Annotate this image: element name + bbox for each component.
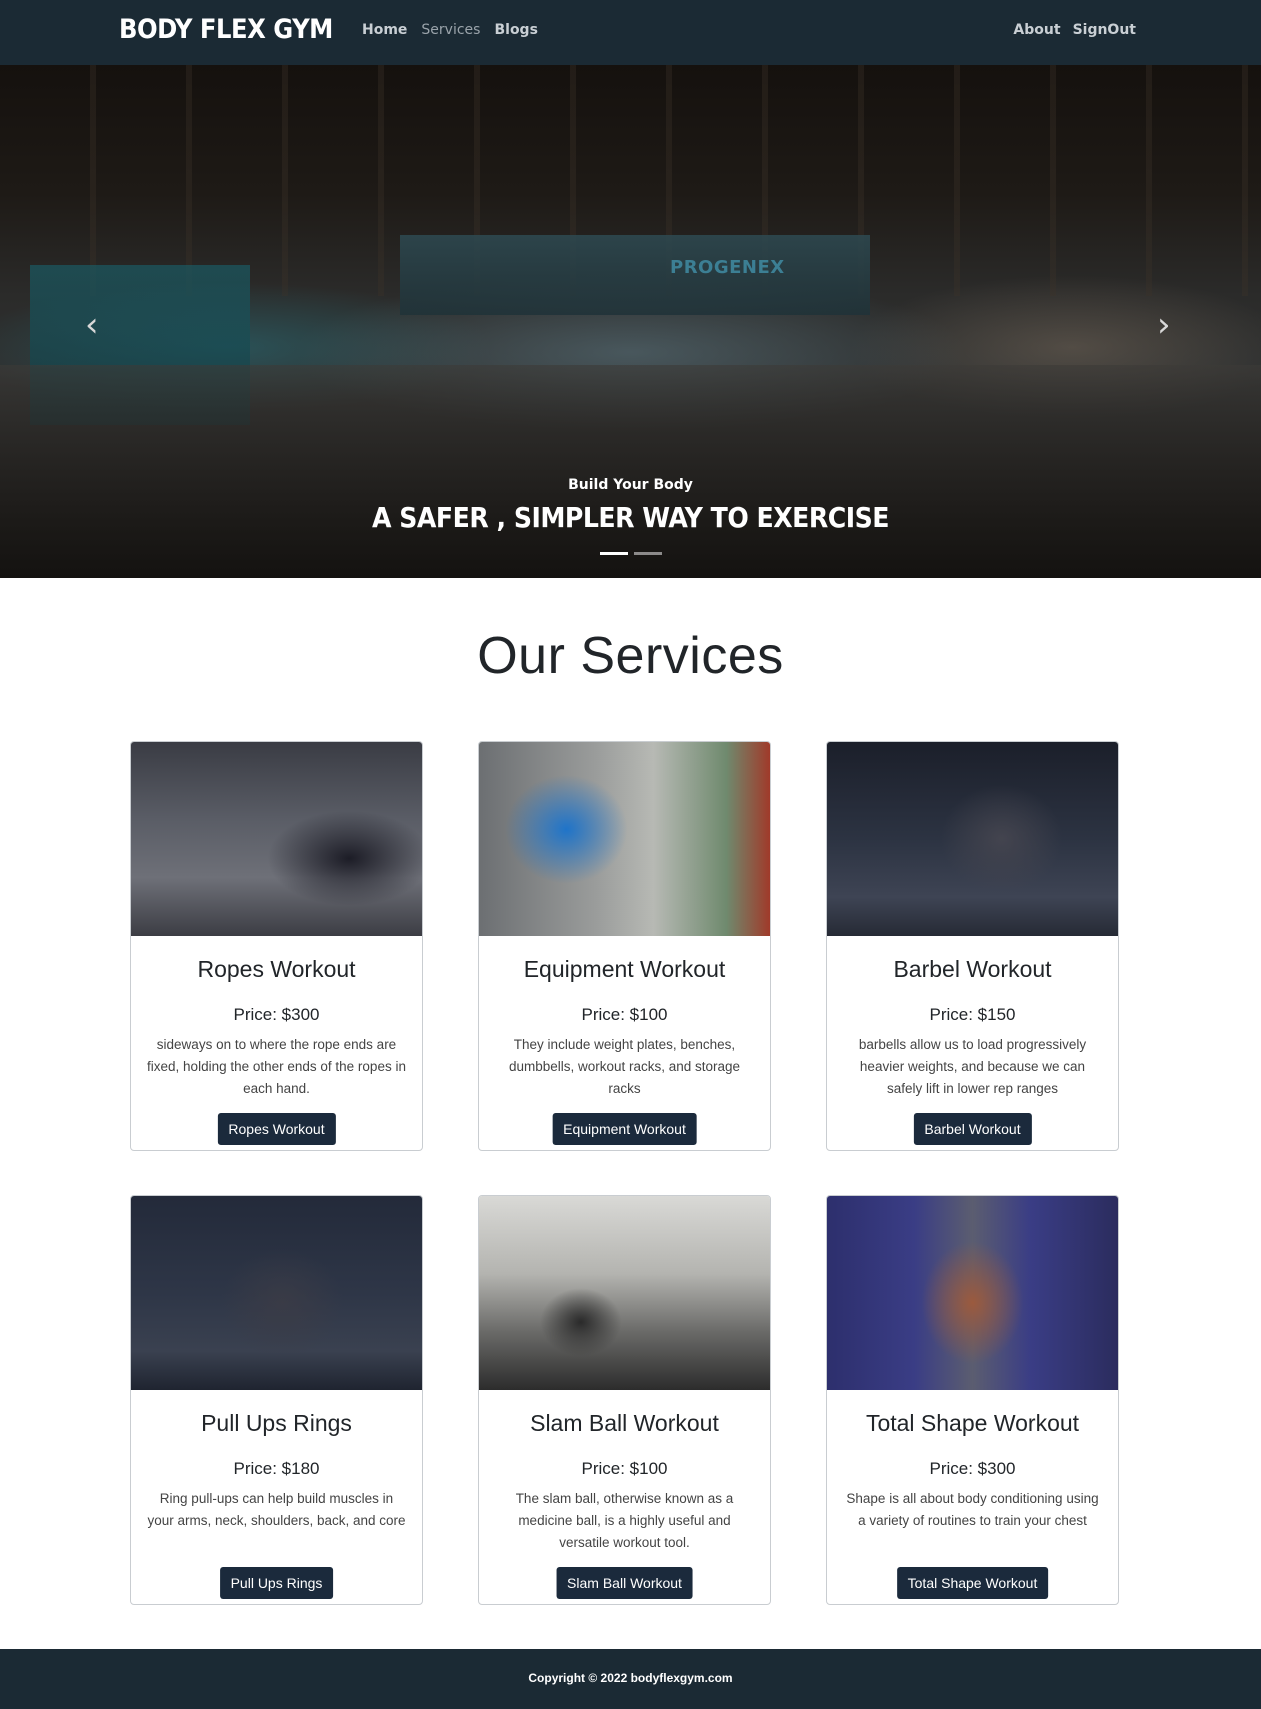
nav-link-signout[interactable]: SignOut <box>1073 22 1136 38</box>
brand-logo[interactable]: BODY FLEX GYM <box>119 14 333 45</box>
service-image-totalshape <box>827 1196 1118 1390</box>
card-description: Ring pull-ups can help build muscles in … <box>147 1491 406 1528</box>
nav-right-links: About SignOut <box>1013 22 1136 38</box>
carousel-indicator-1[interactable] <box>600 552 628 555</box>
card-price: Price: $300 <box>233 1005 320 1024</box>
card-price: Price: $180 <box>233 1459 320 1478</box>
card-title: Ropes Workout <box>197 956 356 982</box>
card-price: Price: $150 <box>929 1005 1016 1024</box>
hero-subtitle: Build Your Body <box>568 477 693 493</box>
card-title: Barbel Workout <box>893 956 1052 982</box>
services-title: Our Services <box>477 627 784 685</box>
slam-ball-workout-button[interactable]: Slam Ball Workout <box>556 1567 693 1599</box>
card-price: Price: $100 <box>581 1459 668 1478</box>
card-price: Price: $100 <box>581 1005 668 1024</box>
card-description: sideways on to where the rope ends are f… <box>147 1037 406 1096</box>
card-description: They include weight plates, benches, dum… <box>508 1037 741 1096</box>
nav-link-services[interactable]: Services <box>421 22 480 38</box>
service-image-slamball <box>479 1196 770 1390</box>
card-title: Total Shape Workout <box>865 1410 1080 1436</box>
footer-copyright: Copyright © 2022 bodyflexgym.com <box>528 1671 733 1685</box>
hero-carousel: PROGENEX ‹ › Build Your Body A SAFER , S… <box>0 65 1261 578</box>
service-card-pullups: Pull Ups Rings Price: $180 Ring pull-ups… <box>130 1195 423 1605</box>
card-title: Pull Ups Rings <box>201 1410 352 1436</box>
nav-link-about[interactable]: About <box>1013 22 1060 38</box>
hero-image-floor <box>0 365 1261 578</box>
carousel-indicator-2[interactable] <box>634 552 662 555</box>
card-title: Equipment Workout <box>523 956 726 982</box>
hero-image-wall <box>400 235 870 315</box>
service-image-barbel <box>827 742 1118 936</box>
total-shape-workout-button[interactable]: Total Shape Workout <box>896 1567 1049 1599</box>
carousel-next-icon[interactable]: › <box>1157 308 1171 342</box>
service-image-pullups <box>131 1196 422 1390</box>
hero-title: A SAFER , SIMPLER WAY TO EXERCISE <box>372 501 889 534</box>
card-description: The slam ball, otherwise known as a medi… <box>515 1491 734 1550</box>
equipment-workout-button[interactable]: Equipment Workout <box>552 1113 697 1145</box>
hero-wall-sign: PROGENEX <box>670 257 785 278</box>
card-description: Shape is all about body conditioning usi… <box>846 1491 1099 1528</box>
barbel-workout-button[interactable]: Barbel Workout <box>913 1113 1032 1145</box>
card-price: Price: $300 <box>929 1459 1016 1478</box>
service-card-totalshape: Total Shape Workout Price: $300 Shape is… <box>826 1195 1119 1605</box>
footer: Copyright © 2022 bodyflexgym.com <box>0 1649 1261 1709</box>
nav-link-home[interactable]: Home <box>362 22 407 38</box>
card-title: Slam Ball Workout <box>530 1410 719 1436</box>
service-card-slamball: Slam Ball Workout Price: $100 The slam b… <box>478 1195 771 1605</box>
carousel-indicators <box>600 552 662 555</box>
navbar: BODY FLEX GYM Home Services Blogs About … <box>0 0 1261 65</box>
ropes-workout-button[interactable]: Ropes Workout <box>217 1113 336 1145</box>
service-card-equipment: Equipment Workout Price: $100 They inclu… <box>478 741 771 1151</box>
nav-left-links: Home Services Blogs <box>362 22 538 38</box>
nav-link-blogs[interactable]: Blogs <box>494 22 537 38</box>
service-card-barbel: Barbel Workout Price: $150 barbells allo… <box>826 741 1119 1151</box>
service-image-ropes <box>131 742 422 936</box>
card-description: barbells allow us to load progressively … <box>858 1037 1087 1096</box>
carousel-prev-icon[interactable]: ‹ <box>85 308 99 342</box>
service-image-equipment <box>479 742 770 936</box>
pull-ups-rings-button[interactable]: Pull Ups Rings <box>219 1567 334 1599</box>
service-card-ropes: Ropes Workout Price: $300 sideways on to… <box>130 741 423 1151</box>
